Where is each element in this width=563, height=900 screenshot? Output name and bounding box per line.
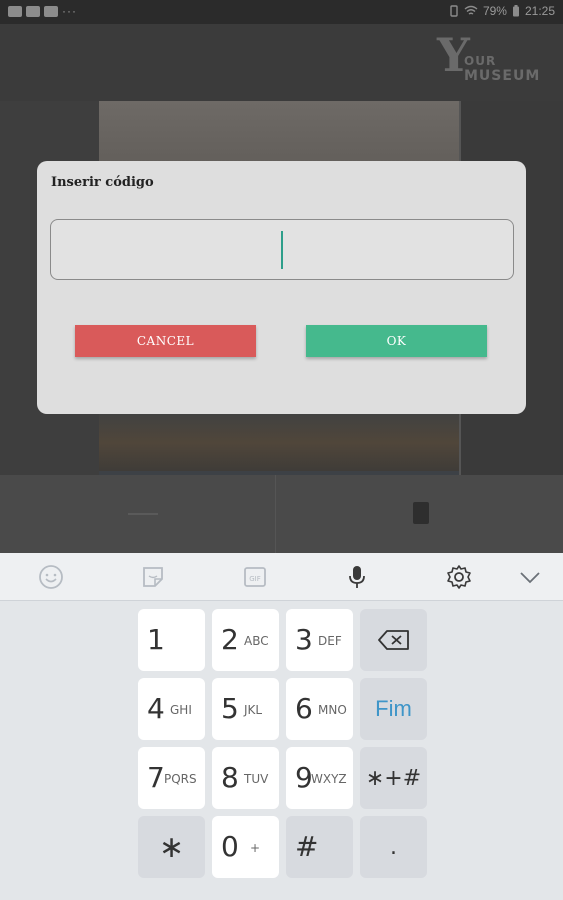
period-key[interactable]: .: [360, 816, 427, 878]
battery-percent: 79%: [482, 4, 507, 18]
text-cursor: [281, 231, 283, 269]
key-3[interactable]: 3 DEF: [286, 609, 353, 671]
numeric-keyboard: 1 2 ABC 3 DEF 4 GHI 5 JKL 6 MNO Fim 7 PQ…: [0, 601, 563, 900]
key-9[interactable]: 9 WXYZ: [286, 747, 353, 809]
microphone-icon[interactable]: [343, 563, 371, 591]
dialog-title: Inserir código: [51, 175, 154, 190]
key-digit: 2: [221, 623, 239, 656]
key-letters: TUV: [244, 772, 269, 786]
key-digit: 7: [147, 761, 165, 794]
settings-icon[interactable]: [445, 563, 473, 591]
ok-button[interactable]: OK: [306, 325, 487, 357]
done-key[interactable]: Fim: [360, 678, 427, 740]
backspace-icon: [360, 609, 427, 671]
key-digit: 8: [221, 761, 239, 794]
key-letters: DEF: [318, 634, 342, 648]
emoji-icon[interactable]: [37, 563, 65, 591]
keyboard-toolbar: GIF: [0, 553, 563, 601]
tab-divider: [275, 475, 276, 553]
key-1[interactable]: 1: [138, 609, 205, 671]
key-letters: WXYZ: [311, 772, 347, 786]
symbols-key-label: ∗+#: [365, 765, 422, 791]
bottom-tab-area: [0, 475, 563, 553]
key-digit: 6: [295, 692, 313, 725]
key-letters: +: [250, 841, 261, 855]
key-letters: GHI: [170, 703, 192, 717]
youtube-notification-icon: [26, 5, 40, 17]
system-status: 79% 21:25: [449, 4, 555, 18]
clock: 21:25: [524, 4, 555, 18]
key-digit: 1: [147, 623, 165, 656]
done-key-label: Fim: [375, 696, 412, 721]
app-header: Y OUR MUSEUM: [0, 24, 563, 101]
status-bar: ··· 79% 21:25: [0, 0, 563, 24]
period-key-label: .: [390, 834, 397, 860]
symbols-key[interactable]: ∗+#: [360, 747, 427, 809]
key-letters: MNO: [318, 703, 347, 717]
svg-text:GIF: GIF: [249, 575, 261, 583]
hash-key[interactable]: #: [286, 816, 353, 878]
gallery-notification-icon: [8, 5, 22, 17]
code-dialog: Inserir código CANCEL OK: [37, 161, 526, 414]
youtube-notification-icon-2: [44, 5, 58, 17]
key-digit: 4: [147, 692, 165, 725]
logo-museum: MUSEUM: [464, 68, 541, 84]
collapse-keyboard-icon[interactable]: [516, 563, 544, 591]
keypad-tab-icon[interactable]: [413, 502, 429, 524]
key-7[interactable]: 7 PQRS: [138, 747, 205, 809]
your-museum-logo: Y OUR MUSEUM: [437, 32, 541, 88]
tab-indicator: [128, 513, 158, 515]
key-letters: JKL: [244, 703, 263, 717]
vibrate-icon: [450, 5, 458, 17]
key-5[interactable]: 5 JKL: [212, 678, 279, 740]
key-2[interactable]: 2 ABC: [212, 609, 279, 671]
more-notifications-icon: ···: [62, 4, 77, 18]
key-8[interactable]: 8 TUV: [212, 747, 279, 809]
logo-our: OUR: [464, 54, 497, 68]
wifi-icon: [464, 5, 478, 15]
sticker-icon[interactable]: [139, 563, 167, 591]
key-letters: PQRS: [164, 772, 197, 786]
key-digit: 3: [295, 623, 313, 656]
backspace-key[interactable]: [360, 609, 427, 671]
key-digit: 5: [221, 692, 239, 725]
battery-icon: [512, 5, 519, 17]
cancel-button[interactable]: CANCEL: [75, 325, 256, 357]
gif-icon[interactable]: GIF: [241, 563, 269, 591]
key-6[interactable]: 6 MNO: [286, 678, 353, 740]
star-key-label: ∗: [158, 829, 185, 865]
key-letters: ABC: [244, 634, 269, 648]
hash-key-label: #: [295, 830, 319, 863]
key-4[interactable]: 4 GHI: [138, 678, 205, 740]
key-digit: 0: [221, 830, 239, 863]
star-key[interactable]: ∗: [138, 816, 205, 878]
notification-icons: ···: [8, 4, 77, 18]
key-0[interactable]: 0 +: [212, 816, 279, 878]
